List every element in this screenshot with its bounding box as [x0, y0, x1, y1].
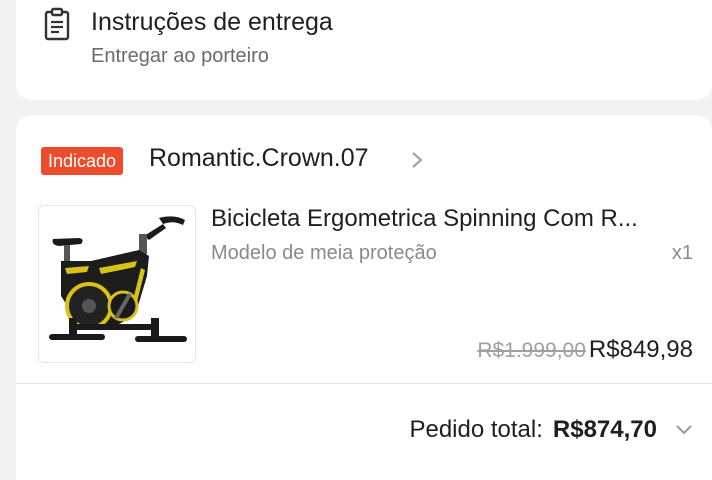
- order-total-row[interactable]: Pedido total: R$874,70: [409, 416, 693, 444]
- delivery-instructions-card[interactable]: Instruções de entrega Entregar ao portei…: [16, 0, 712, 100]
- product-image[interactable]: [38, 205, 196, 363]
- chevron-right-icon[interactable]: [411, 151, 423, 169]
- order-total-label: Pedido total:: [409, 416, 543, 443]
- shop-name-link[interactable]: Romantic.Crown.07: [149, 144, 369, 173]
- product-variant: Modelo de meia proteção: [211, 242, 437, 264]
- recommended-badge: Indicado: [41, 147, 124, 175]
- chevron-down-icon[interactable]: [675, 424, 693, 436]
- discounted-price: R$849,98: [588, 336, 693, 363]
- divider: [16, 383, 712, 384]
- exercise-bike-image: [49, 216, 187, 342]
- original-price: R$1.999,00: [477, 339, 586, 362]
- product-name[interactable]: Bicicleta Ergometrica Spinning Com R...: [211, 205, 701, 233]
- order-card: Indicado Romantic.Crown.07 Bicicleta Erg…: [16, 115, 712, 480]
- price-row: R$1.999,00 R$849,98: [477, 336, 693, 364]
- product-quantity: x1: [671, 242, 693, 264]
- delivery-instructions-value: Entregar ao porteiro: [91, 45, 269, 67]
- delivery-instructions-title: Instruções de entrega: [91, 8, 333, 36]
- clipboard-icon: [44, 7, 70, 41]
- order-total-value: R$874,70: [552, 416, 657, 443]
